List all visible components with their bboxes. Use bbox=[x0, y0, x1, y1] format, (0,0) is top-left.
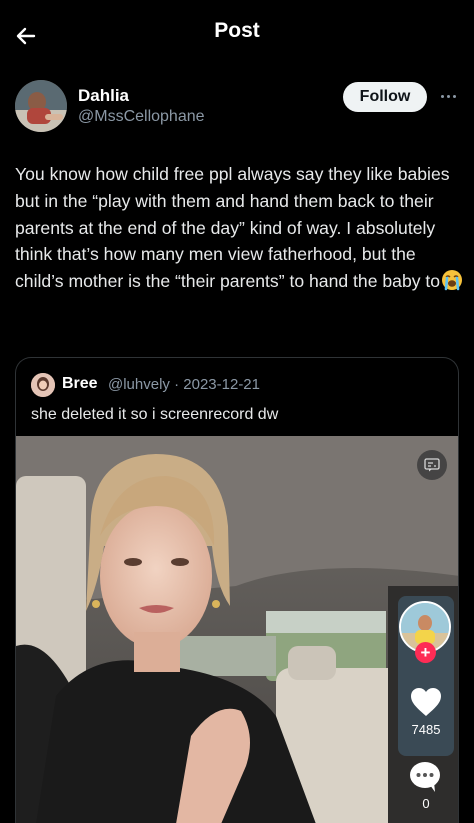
author-avatar[interactable] bbox=[15, 80, 67, 132]
comment-count: 0 bbox=[422, 796, 430, 811]
plus-icon: + bbox=[420, 643, 431, 662]
quoted-meta: @luhvely · 2023-12-21 bbox=[108, 376, 260, 393]
heart-icon bbox=[411, 688, 441, 716]
meta-separator: · bbox=[174, 376, 180, 393]
loudly-crying-face-emoji bbox=[442, 270, 463, 291]
quoted-author-name[interactable]: Bree bbox=[62, 375, 98, 393]
video-frame bbox=[16, 436, 458, 823]
post-text: You know how child free ppl always say t… bbox=[15, 164, 450, 292]
quoted-date: 2023-12-21 bbox=[183, 376, 260, 393]
captions-button[interactable] bbox=[417, 450, 447, 480]
top-bar: Post bbox=[0, 0, 474, 68]
video-player[interactable]: + 7485 0 bbox=[16, 436, 458, 823]
arrow-left-icon bbox=[16, 27, 36, 45]
page-title: Post bbox=[214, 19, 260, 42]
back-button[interactable] bbox=[10, 20, 42, 52]
comment-bubble-icon bbox=[410, 762, 440, 792]
like-count: 7485 bbox=[411, 722, 441, 737]
quoted-author-avatar[interactable] bbox=[31, 373, 55, 397]
quoted-text: she deleted it so i screenrecord dw bbox=[31, 406, 279, 423]
like-button[interactable] bbox=[409, 686, 443, 718]
quoted-post[interactable]: Bree @luhvely · 2023-12-21 she deleted i… bbox=[15, 357, 459, 823]
more-horizontal-icon[interactable] bbox=[437, 88, 459, 104]
author-name[interactable]: Dahlia bbox=[78, 86, 129, 106]
author-handle[interactable]: @MssCellophane bbox=[78, 108, 205, 126]
comment-button[interactable] bbox=[408, 760, 442, 794]
captions-icon bbox=[424, 458, 440, 472]
follow-creator-button[interactable]: + bbox=[415, 642, 436, 663]
follow-button[interactable]: Follow bbox=[343, 82, 427, 112]
quoted-author-handle[interactable]: @luhvely bbox=[108, 376, 170, 393]
post-body: You know how child free ppl always say t… bbox=[15, 161, 465, 295]
